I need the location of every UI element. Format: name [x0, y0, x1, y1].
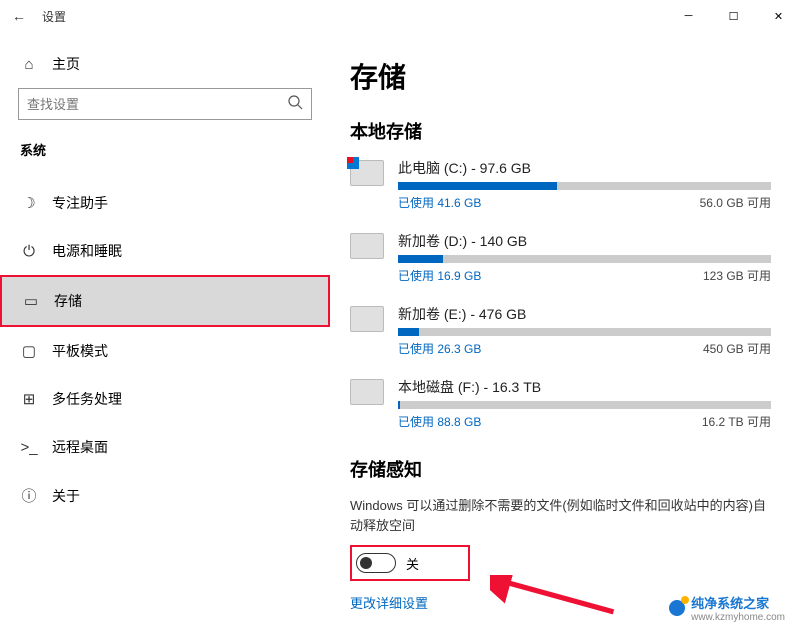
info-icon: ⓘ — [20, 485, 38, 506]
titlebar: ← 设置 ─ ☐ ✕ — [0, 0, 801, 32]
storage-icon: ▭ — [22, 292, 40, 310]
page-title: 存储 — [350, 56, 771, 96]
sidebar-item-power-sleep[interactable]: ⏻ 电源和睡眠 — [0, 227, 330, 275]
drive-row[interactable]: 此电脑 (C:) - 97.6 GB 已使用 41.6 GB 56.0 GB 可… — [350, 158, 771, 211]
sidebar-item-multitasking[interactable]: ⊞ 多任务处理 — [0, 375, 330, 423]
drive-row[interactable]: 本地磁盘 (F:) - 16.3 TB 已使用 88.8 GB 16.2 TB … — [350, 377, 771, 430]
drive-icon — [350, 379, 384, 405]
back-button[interactable]: ← — [12, 8, 26, 24]
remote-icon: >_ — [20, 439, 38, 456]
drive-label: 本地磁盘 (F:) - 16.3 TB — [398, 377, 771, 397]
storage-sense-heading: 存储感知 — [350, 456, 771, 482]
sidebar-item-about[interactable]: ⓘ 关于 — [0, 471, 330, 520]
multitask-icon: ⊞ — [20, 390, 38, 408]
maximize-button[interactable]: ☐ — [711, 0, 756, 32]
sidebar-item-label: 关于 — [52, 486, 80, 506]
minimize-button[interactable]: ─ — [666, 0, 711, 32]
watermark: 纯净系统之家 www.kzmyhome.com — [669, 593, 785, 623]
moon-icon: ☽ — [20, 194, 38, 212]
main-content: 存储 本地存储 此电脑 (C:) - 97.6 GB 已使用 41.6 GB 5… — [330, 32, 801, 633]
drive-used-link[interactable]: 已使用 16.9 GB — [398, 267, 481, 284]
sidebar-item-storage[interactable]: ▭ 存储 — [0, 275, 330, 327]
drive-icon — [350, 233, 384, 259]
close-button[interactable]: ✕ — [756, 0, 801, 32]
drive-free-label: 450 GB 可用 — [703, 340, 771, 357]
drive-row[interactable]: 新加卷 (D:) - 140 GB 已使用 16.9 GB 123 GB 可用 — [350, 231, 771, 284]
sidebar: ⌂ 主页 系统 ☽ 专注助手 ⏻ 电源和睡眠 ▭ — [0, 32, 330, 633]
drive-label: 新加卷 (D:) - 140 GB — [398, 231, 771, 251]
drive-list: 此电脑 (C:) - 97.6 GB 已使用 41.6 GB 56.0 GB 可… — [350, 158, 771, 430]
drive-label: 新加卷 (E:) - 476 GB — [398, 304, 771, 324]
watermark-logo-icon — [669, 600, 685, 616]
sidebar-item-label: 专注助手 — [52, 193, 108, 213]
home-icon: ⌂ — [20, 56, 38, 73]
drive-row[interactable]: 新加卷 (E:) - 476 GB 已使用 26.3 GB 450 GB 可用 — [350, 304, 771, 357]
storage-sense-toggle[interactable] — [356, 553, 396, 573]
sidebar-item-label: 平板模式 — [52, 341, 108, 361]
search-box[interactable] — [18, 88, 312, 120]
watermark-url: www.kzmyhome.com — [691, 612, 785, 623]
drive-free-label: 123 GB 可用 — [703, 267, 771, 284]
drive-usage-bar — [398, 401, 771, 409]
drive-usage-bar — [398, 328, 771, 336]
sidebar-item-focus-assist[interactable]: ☽ 专注助手 — [0, 179, 330, 227]
watermark-brand: 纯净系统之家 — [691, 593, 785, 612]
local-storage-heading: 本地存储 — [350, 118, 771, 144]
drive-free-label: 56.0 GB 可用 — [700, 194, 771, 211]
drive-used-link[interactable]: 已使用 26.3 GB — [398, 340, 481, 357]
sidebar-home-label: 主页 — [52, 54, 80, 74]
drive-icon — [350, 306, 384, 332]
storage-sense-toggle-row: 关 — [350, 545, 470, 581]
power-icon: ⏻ — [20, 243, 38, 260]
storage-sense-description: Windows 可以通过删除不需要的文件(例如临时文件和回收站中的内容)自动释放… — [350, 496, 771, 535]
sidebar-item-label: 存储 — [54, 291, 82, 311]
sidebar-item-tablet-mode[interactable]: ▢ 平板模式 — [0, 327, 330, 375]
sidebar-item-label: 多任务处理 — [52, 389, 122, 409]
sidebar-home[interactable]: ⌂ 主页 — [0, 48, 330, 88]
sidebar-item-remote-desktop[interactable]: >_ 远程桌面 — [0, 423, 330, 471]
drive-icon — [350, 160, 384, 186]
sidebar-item-label: 电源和睡眠 — [52, 241, 122, 261]
sidebar-category: 系统 — [0, 140, 330, 173]
search-input[interactable] — [27, 97, 287, 112]
drive-label: 此电脑 (C:) - 97.6 GB — [398, 158, 771, 178]
drive-used-link[interactable]: 已使用 41.6 GB — [398, 194, 481, 211]
window-title: 设置 — [42, 8, 66, 25]
sidebar-item-label: 远程桌面 — [52, 437, 108, 457]
tablet-icon: ▢ — [20, 342, 38, 360]
search-icon — [287, 94, 303, 115]
drive-free-label: 16.2 TB 可用 — [702, 413, 771, 430]
drive-usage-bar — [398, 182, 771, 190]
nav-list: ☽ 专注助手 ⏻ 电源和睡眠 ▭ 存储 ▢ 平板模式 ⊞ 多任务处理 — [0, 179, 330, 520]
drive-used-link[interactable]: 已使用 88.8 GB — [398, 413, 481, 430]
toggle-state-label: 关 — [406, 554, 419, 573]
drive-usage-bar — [398, 255, 771, 263]
